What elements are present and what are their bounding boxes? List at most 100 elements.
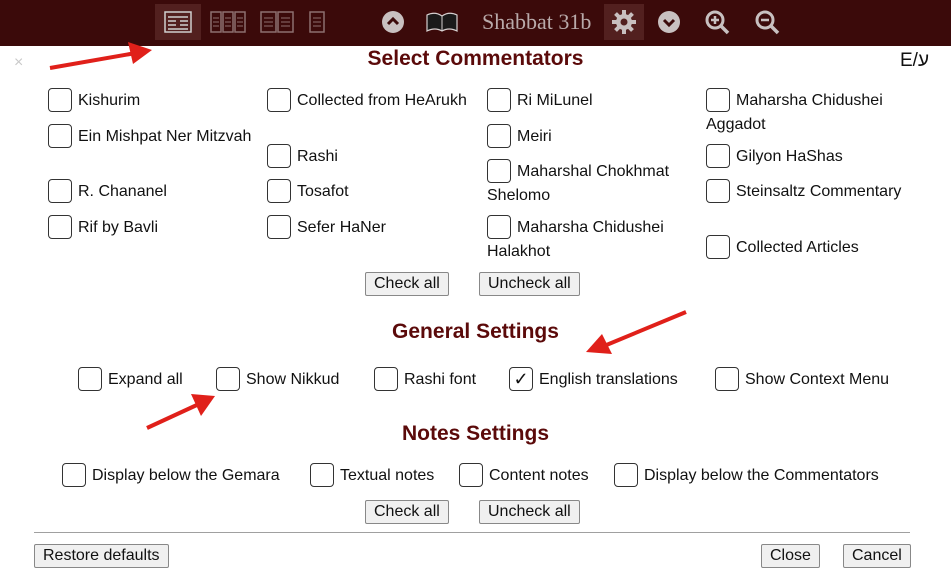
previous-page-button[interactable] bbox=[378, 4, 408, 40]
commentator-option-gilyon-hashas[interactable]: Gilyon HaShas bbox=[706, 144, 921, 169]
commentator-option-tosafot[interactable]: Tosafot bbox=[267, 179, 482, 204]
checkbox[interactable] bbox=[706, 179, 730, 203]
commentator-option-ri-milunel[interactable]: Ri MiLunel bbox=[487, 88, 702, 113]
option-label: Display below the Gemara bbox=[92, 467, 280, 485]
option-label: Show Context Menu bbox=[745, 371, 890, 389]
option-label: Meiri bbox=[517, 128, 552, 146]
commentator-option-rashi[interactable]: Rashi bbox=[267, 144, 482, 169]
checkbox[interactable] bbox=[310, 463, 334, 487]
option-label: R. Chananel bbox=[78, 183, 167, 201]
commentator-option-sefer-haner[interactable]: Sefer HaNer bbox=[267, 215, 482, 240]
notes-option-textual-notes[interactable]: Textual notes bbox=[310, 463, 435, 488]
next-page-button[interactable] bbox=[654, 4, 684, 40]
annotation-arrow-icon bbox=[146, 394, 215, 430]
checkbox[interactable] bbox=[267, 88, 291, 112]
page-title: Shabbat 31b bbox=[482, 9, 592, 34]
checkbox[interactable] bbox=[267, 215, 291, 239]
option-label: Maharsha Chidushei Halakhot bbox=[487, 219, 664, 260]
notes-settings-title: Notes Settings bbox=[401, 422, 550, 445]
general-option-show-nikkud[interactable]: Show Nikkud bbox=[216, 367, 340, 392]
layout-wide-icon bbox=[164, 11, 192, 33]
checkbox[interactable] bbox=[216, 367, 240, 391]
zoom-in-icon bbox=[705, 10, 730, 35]
commentator-option-collected-articles[interactable]: Collected Articles bbox=[706, 235, 921, 260]
chevron-down-icon bbox=[658, 11, 680, 33]
option-label: Show Nikkud bbox=[246, 371, 340, 389]
commentator-option-meiri[interactable]: Meiri bbox=[487, 124, 702, 149]
option-label: English translations bbox=[539, 371, 678, 389]
checkbox[interactable] bbox=[706, 88, 730, 112]
checkbox[interactable] bbox=[48, 88, 72, 112]
settings-button[interactable] bbox=[604, 4, 644, 40]
footer-divider bbox=[34, 532, 910, 533]
general-option-english-translations[interactable]: English translations bbox=[509, 367, 678, 392]
option-label: Maharsha Chidushei Aggadot bbox=[706, 92, 883, 133]
checkbox[interactable] bbox=[267, 179, 291, 203]
layout-three-column-icon bbox=[210, 11, 246, 33]
option-label: Collected from HeArukh bbox=[297, 92, 467, 110]
option-label: Tosafot bbox=[297, 183, 349, 201]
chevron-up-icon bbox=[382, 11, 404, 33]
checkbox-checked[interactable] bbox=[509, 367, 533, 391]
option-label: Rashi bbox=[297, 148, 338, 166]
checkbox[interactable] bbox=[78, 367, 102, 391]
checkbox[interactable] bbox=[48, 179, 72, 203]
checkbox[interactable] bbox=[459, 463, 483, 487]
settings-dialog: × E/ע Select Commentators Kishurim Ein M… bbox=[0, 46, 951, 588]
option-label: Rif by Bavli bbox=[78, 219, 159, 237]
close-button[interactable]: Close bbox=[761, 544, 820, 568]
option-label: Rashi font bbox=[404, 371, 477, 389]
book-button[interactable] bbox=[422, 4, 462, 40]
commentator-option-hearukh[interactable]: Collected from HeArukh bbox=[267, 88, 482, 113]
layout-two-column-button[interactable] bbox=[257, 4, 297, 40]
commentator-option-ein-mishpat[interactable]: Ein Mishpat Ner Mitzvah bbox=[48, 124, 263, 149]
commentators-check-all-button[interactable]: Check all bbox=[365, 272, 449, 296]
restore-defaults-button[interactable]: Restore defaults bbox=[34, 544, 169, 568]
option-label: Kishurim bbox=[78, 92, 141, 110]
checkbox[interactable] bbox=[614, 463, 638, 487]
notes-uncheck-all-button[interactable]: Uncheck all bbox=[479, 500, 580, 524]
zoom-out-button[interactable] bbox=[752, 4, 782, 40]
commentator-option-rif[interactable]: Rif by Bavli bbox=[48, 215, 263, 240]
option-label: Ri MiLunel bbox=[517, 92, 593, 110]
layout-three-column-button[interactable] bbox=[208, 4, 248, 40]
notes-option-display-below-commentators[interactable]: Display below the Commentators bbox=[614, 463, 879, 488]
commentator-option-maharsha-aggadot[interactable]: Maharsha Chidushei Aggadot bbox=[706, 88, 921, 136]
layout-single-column-button[interactable] bbox=[303, 4, 331, 40]
annotation-arrow-icon bbox=[49, 42, 152, 70]
commentator-option-steinsaltz[interactable]: Steinsaltz Commentary bbox=[706, 179, 921, 204]
general-option-show-context-menu[interactable]: Show Context Menu bbox=[715, 367, 890, 392]
notes-check-all-button[interactable]: Check all bbox=[365, 500, 449, 524]
commentator-option-maharsha-halakhot[interactable]: Maharsha Chidushei Halakhot bbox=[487, 215, 702, 263]
option-label: Gilyon HaShas bbox=[736, 148, 843, 166]
zoom-in-button[interactable] bbox=[702, 4, 732, 40]
option-label: Display below the Commentators bbox=[644, 467, 879, 485]
option-label: Maharshal Chokhmat Shelomo bbox=[487, 163, 670, 204]
notes-option-content-notes[interactable]: Content notes bbox=[459, 463, 589, 488]
commentators-uncheck-all-button[interactable]: Uncheck all bbox=[479, 272, 580, 296]
checkbox[interactable] bbox=[487, 215, 511, 239]
checkbox[interactable] bbox=[706, 235, 730, 259]
gear-icon bbox=[612, 10, 636, 34]
checkbox[interactable] bbox=[487, 159, 511, 183]
checkbox[interactable] bbox=[48, 215, 72, 239]
option-label: Textual notes bbox=[340, 467, 435, 485]
general-option-expand-all[interactable]: Expand all bbox=[78, 367, 183, 392]
cancel-button[interactable]: Cancel bbox=[843, 544, 911, 568]
checkbox[interactable] bbox=[267, 144, 291, 168]
layout-wide-button[interactable] bbox=[155, 4, 201, 40]
checkbox[interactable] bbox=[48, 124, 72, 148]
notes-option-display-below-gemara[interactable]: Display below the Gemara bbox=[62, 463, 280, 488]
checkbox[interactable] bbox=[487, 124, 511, 148]
option-label: Collected Articles bbox=[736, 239, 859, 257]
checkbox[interactable] bbox=[715, 367, 739, 391]
checkbox[interactable] bbox=[62, 463, 86, 487]
commentator-option-maharshal[interactable]: Maharshal Chokhmat Shelomo bbox=[487, 159, 702, 207]
checkbox[interactable] bbox=[706, 144, 730, 168]
commentator-option-kishurim[interactable]: Kishurim bbox=[48, 88, 263, 113]
checkbox[interactable] bbox=[374, 367, 398, 391]
general-option-rashi-font[interactable]: Rashi font bbox=[374, 367, 477, 392]
layout-single-column-icon bbox=[309, 11, 325, 33]
checkbox[interactable] bbox=[487, 88, 511, 112]
commentator-option-r-chananel[interactable]: R. Chananel bbox=[48, 179, 263, 204]
